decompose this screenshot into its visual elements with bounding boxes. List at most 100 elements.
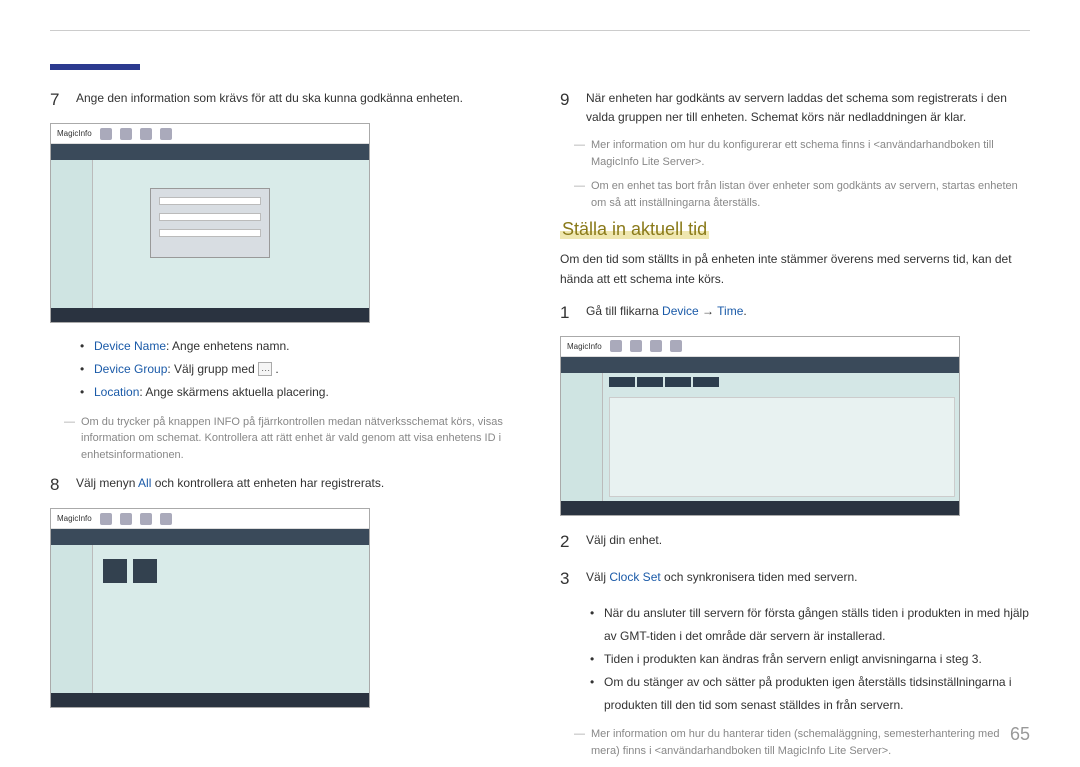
screenshot-registered-list: MagicInfo bbox=[50, 508, 370, 708]
screenshot-tab bbox=[693, 377, 719, 387]
screenshot-approve-dialog: MagicInfo bbox=[50, 123, 370, 323]
step-9: 9 När enheten har godkänts av servern la… bbox=[560, 86, 1030, 127]
page-number: 65 bbox=[1010, 724, 1030, 745]
text-device-name: : Ange enhetens namn. bbox=[166, 339, 289, 353]
note-text: Mer information om hur du konfigurerar e… bbox=[591, 137, 1030, 170]
screenshot-sidebar bbox=[561, 373, 603, 501]
screenshot-grid bbox=[609, 397, 955, 497]
section-intro: Om den tid som ställts in på enheten int… bbox=[560, 250, 1030, 288]
screenshot-app-logo: MagicInfo bbox=[57, 514, 92, 523]
screenshot-toolbar bbox=[51, 529, 369, 545]
screenshot-titlebar: MagicInfo bbox=[51, 509, 369, 529]
bullet-power-cycle: Om du stänger av och sätter på produkten… bbox=[590, 671, 1030, 717]
dialog-field bbox=[159, 197, 261, 205]
screenshot-sidebar bbox=[51, 160, 93, 308]
text-location: : Ange skärmens aktuella placering. bbox=[139, 385, 328, 399]
step-text: Välj Clock Set och synkronisera tiden me… bbox=[586, 565, 1030, 592]
text-device-group: : Välj grupp med bbox=[167, 362, 258, 376]
step-text: Ange den information som krävs för att d… bbox=[76, 86, 520, 113]
step3-post: och synkronisera tiden med servern. bbox=[661, 570, 858, 584]
note-info-button: ― Om du trycker på knappen INFO på fjärr… bbox=[64, 414, 520, 464]
screenshot-tab bbox=[637, 377, 663, 387]
step-number: 2 bbox=[560, 528, 574, 555]
tab-time: Time bbox=[717, 304, 743, 318]
step-text: Gå till flikarna Device → Time. bbox=[586, 299, 1030, 326]
clock-set: Clock Set bbox=[609, 570, 660, 584]
bullet-list: Device Name: Ange enhetens namn. Device … bbox=[80, 335, 520, 403]
note-dash-icon: ― bbox=[574, 178, 585, 211]
note-dash-icon: ― bbox=[574, 726, 585, 759]
screenshot-sidebar bbox=[51, 545, 93, 693]
screenshot-titlebar: MagicInfo bbox=[51, 124, 369, 144]
screenshot-titlebar-icon bbox=[100, 513, 112, 525]
screenshot-tabs bbox=[609, 377, 719, 387]
step-number: 3 bbox=[560, 565, 574, 592]
step1-pre: Gå till flikarna bbox=[586, 304, 662, 318]
screenshot-thumbnails bbox=[103, 559, 157, 583]
screenshot-titlebar-icon bbox=[100, 128, 112, 140]
screenshot-titlebar-icon bbox=[120, 128, 132, 140]
screenshot-footer bbox=[51, 693, 369, 707]
screenshot-titlebar-icon bbox=[160, 513, 172, 525]
step-text: Välj menyn All och kontrollera att enhet… bbox=[76, 471, 520, 498]
note-text: Om en enhet tas bort från listan över en… bbox=[591, 178, 1030, 211]
screenshot-titlebar-icon bbox=[160, 128, 172, 140]
screenshot-footer bbox=[561, 501, 959, 515]
screenshot-toolbar bbox=[561, 357, 959, 373]
bullet-device-name: Device Name: Ange enhetens namn. bbox=[80, 335, 520, 358]
label-location: Location bbox=[94, 385, 139, 399]
note-dash-icon: ― bbox=[574, 137, 585, 170]
screenshot-toolbar bbox=[51, 144, 369, 160]
bullet-list-time: När du ansluter till servern för första … bbox=[590, 602, 1030, 716]
screenshot-time-tab: MagicInfo bbox=[560, 336, 960, 516]
step-number: 9 bbox=[560, 86, 574, 127]
screenshot-titlebar-icon bbox=[140, 128, 152, 140]
screenshot-app-logo: MagicInfo bbox=[567, 342, 602, 351]
ellipsis-icon bbox=[258, 362, 272, 376]
note-text: Mer information om hur du hanterar tiden… bbox=[591, 726, 1030, 759]
screenshot-titlebar-icon bbox=[120, 513, 132, 525]
dialog-field bbox=[159, 229, 261, 237]
step-text: Välj din enhet. bbox=[586, 528, 1030, 555]
step-1: 1 Gå till flikarna Device → Time. bbox=[560, 299, 1030, 326]
screenshot-app-logo: MagicInfo bbox=[57, 129, 92, 138]
screenshot-tab bbox=[665, 377, 691, 387]
note-schedule-config: ― Mer information om hur du konfigurerar… bbox=[574, 137, 1030, 170]
step-number: 1 bbox=[560, 299, 574, 326]
step3-pre: Välj bbox=[586, 570, 609, 584]
right-column: 9 När enheten har godkänts av servern la… bbox=[560, 86, 1030, 767]
accent-bar bbox=[50, 64, 140, 70]
two-column-layout: 7 Ange den information som krävs för att… bbox=[50, 86, 1030, 767]
screenshot-titlebar: MagicInfo bbox=[561, 337, 959, 357]
menu-all: All bbox=[138, 476, 151, 490]
note-dash-icon: ― bbox=[64, 414, 75, 464]
step1-post: . bbox=[743, 304, 746, 318]
screenshot-dialog bbox=[150, 188, 270, 258]
screenshot-titlebar-icon bbox=[140, 513, 152, 525]
step-7: 7 Ange den information som krävs för att… bbox=[50, 86, 520, 113]
left-column: 7 Ange den information som krävs för att… bbox=[50, 86, 520, 767]
step-3: 3 Välj Clock Set och synkronisera tiden … bbox=[560, 565, 1030, 592]
screenshot-titlebar-icon bbox=[630, 340, 642, 352]
bullet-gmt: När du ansluter till servern för första … bbox=[590, 602, 1030, 648]
section-title: Ställa in aktuell tid bbox=[560, 219, 709, 239]
screenshot-footer bbox=[51, 308, 369, 322]
step-number: 7 bbox=[50, 86, 64, 113]
bullet-device-group: Device Group: Välj grupp med . bbox=[80, 358, 520, 381]
dialog-field bbox=[159, 213, 261, 221]
step-2: 2 Välj din enhet. bbox=[560, 528, 1030, 555]
note-time-manual: ― Mer information om hur du hanterar tid… bbox=[574, 726, 1030, 759]
note-device-removed: ― Om en enhet tas bort från listan över … bbox=[574, 178, 1030, 211]
page-divider bbox=[50, 30, 1030, 31]
step8-pre: Välj menyn bbox=[76, 476, 138, 490]
label-device-name: Device Name bbox=[94, 339, 166, 353]
step-8: 8 Välj menyn All och kontrollera att enh… bbox=[50, 471, 520, 498]
step-text: När enheten har godkänts av servern ladd… bbox=[586, 86, 1030, 127]
screenshot-titlebar-icon bbox=[650, 340, 662, 352]
step8-post: och kontrollera att enheten har registre… bbox=[151, 476, 384, 490]
arrow-icon: → bbox=[699, 304, 717, 318]
bullet-change-time: Tiden i produkten kan ändras från server… bbox=[590, 648, 1030, 671]
note-text: Om du trycker på knappen INFO på fjärrko… bbox=[81, 414, 520, 464]
bullet-location: Location: Ange skärmens aktuella placeri… bbox=[80, 381, 520, 404]
tab-device: Device bbox=[662, 304, 699, 318]
